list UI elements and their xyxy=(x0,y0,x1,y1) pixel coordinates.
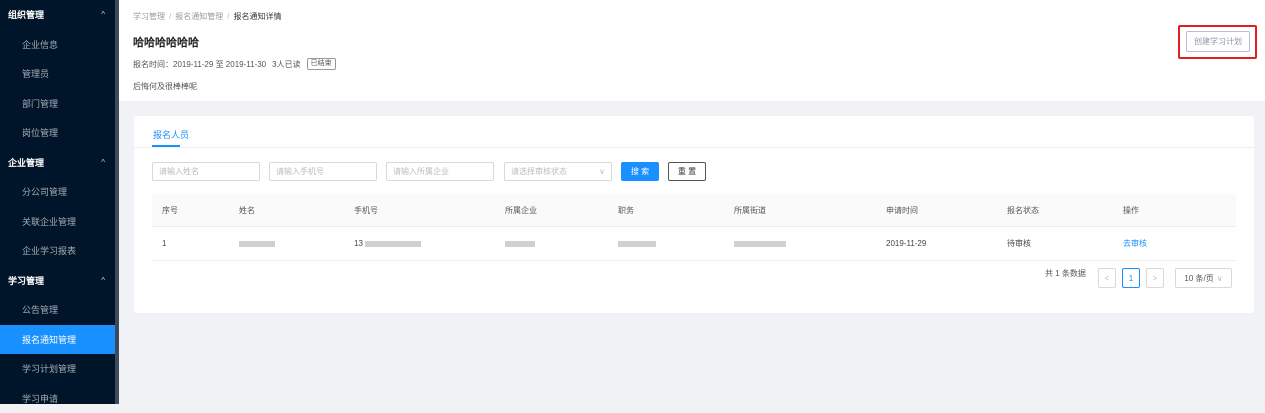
menu-item-position[interactable]: 岗位管理 xyxy=(0,118,115,148)
breadcrumb-current: 报名通知详情 xyxy=(233,12,281,21)
review-link[interactable]: 去审核 xyxy=(1123,227,1147,260)
redacted-street xyxy=(734,227,786,260)
menu-item-department[interactable]: 部门管理 xyxy=(0,89,115,119)
row-index: 1 xyxy=(162,227,166,260)
column-header: 姓名 xyxy=(239,194,255,226)
table-header: 序号 姓名 手机号 所属企业 职务 所属街道 申请时间 报名状态 操作 xyxy=(152,194,1236,227)
redacted-name xyxy=(239,227,275,260)
menu-item-company-info[interactable]: 企业信息 xyxy=(0,30,115,60)
page-size-select[interactable]: 10 条/页∨ xyxy=(1175,268,1232,288)
company-input[interactable]: 请输入所属企业 xyxy=(386,162,494,181)
start-date: 2019-11-29 xyxy=(173,60,213,69)
menu-item-related-company[interactable]: 关联企业管理 xyxy=(0,207,115,237)
notice-description: 后悔何及很棒棒呢 xyxy=(133,81,197,92)
tab-signup-people[interactable]: 报名人员 xyxy=(153,128,189,141)
column-header: 报名状态 xyxy=(1007,194,1039,226)
chevron-up-icon: ^ xyxy=(101,10,105,19)
chevron-up-icon: ^ xyxy=(101,158,105,167)
table-row: 1 13 2019-11-29 待审核 去审核 xyxy=(152,227,1236,261)
page-button-1[interactable]: 1 xyxy=(1122,268,1140,288)
signup-status: 待审核 xyxy=(1007,227,1031,260)
status-select[interactable]: 请选择审核状态∨ xyxy=(504,162,612,181)
prev-page-button[interactable]: < xyxy=(1098,268,1116,288)
menu-item-signup-notice[interactable]: 报名通知管理 xyxy=(0,325,115,355)
column-header: 职务 xyxy=(618,194,634,226)
menu-item-admin[interactable]: 管理员 xyxy=(0,59,115,89)
column-header: 所属企业 xyxy=(505,194,537,226)
breadcrumb-item[interactable]: 学习管理 xyxy=(133,12,165,21)
menu-item-learning-plan[interactable]: 学习计划管理 xyxy=(0,354,115,384)
signup-card: 报名人员 请输入姓名 请输入手机号 请输入所属企业 请选择审核状态∨ 搜 索 重… xyxy=(134,116,1254,313)
menu-group-org[interactable]: 组织管理^ xyxy=(0,0,115,30)
create-learning-plan-button[interactable]: 创建学习计划 xyxy=(1186,31,1250,52)
search-button[interactable]: 搜 索 xyxy=(621,162,659,181)
next-page-button[interactable]: > xyxy=(1146,268,1164,288)
column-header: 操作 xyxy=(1123,194,1139,226)
menu-group-learning[interactable]: 学习管理^ xyxy=(0,266,115,296)
chevron-down-icon: ∨ xyxy=(599,163,605,180)
menu-item-branch[interactable]: 分公司管理 xyxy=(0,177,115,207)
end-date: 2019-11-30 xyxy=(226,60,266,69)
reset-button[interactable]: 重 置 xyxy=(668,162,706,181)
menu-item-learning-request[interactable]: 学习申请 xyxy=(0,384,115,413)
phone-cell: 13 xyxy=(354,227,421,260)
breadcrumb: 学习管理/报名通知管理/报名通知详情 xyxy=(133,11,281,22)
page-title: 哈哈哈哈哈哈 xyxy=(133,34,199,50)
time-label: 报名时间： xyxy=(133,60,173,69)
menu-item-announcement[interactable]: 公告管理 xyxy=(0,295,115,325)
tab-divider xyxy=(134,147,1254,148)
signup-meta: 报名时间：2019-11-29 至 2019-11-30 3人已读 已结束 xyxy=(133,58,336,70)
name-input[interactable]: 请输入姓名 xyxy=(152,162,260,181)
menu-item-learning-report[interactable]: 企业学习报表 xyxy=(0,236,115,266)
redacted-company xyxy=(505,227,535,260)
column-header: 申请时间 xyxy=(886,194,918,226)
status-badge: 已结束 xyxy=(307,58,336,70)
column-header: 序号 xyxy=(162,194,178,226)
menu-group-enterprise[interactable]: 企业管理^ xyxy=(0,148,115,178)
apply-time: 2019-11-29 xyxy=(886,227,926,260)
pagination-total: 共 1 条数据 xyxy=(1045,268,1086,279)
column-header: 所属街道 xyxy=(734,194,766,226)
page-header: 学习管理/报名通知管理/报名通知详情 哈哈哈哈哈哈 报名时间：2019-11-2… xyxy=(119,0,1265,101)
chevron-down-icon: ∨ xyxy=(1217,274,1223,283)
sidebar: 组织管理^ 企业信息 管理员 部门管理 岗位管理 企业管理^ 分公司管理 关联企… xyxy=(0,0,115,404)
breadcrumb-item[interactable]: 报名通知管理 xyxy=(175,12,223,21)
phone-input[interactable]: 请输入手机号 xyxy=(269,162,377,181)
chevron-up-icon: ^ xyxy=(101,276,105,285)
redacted-position xyxy=(618,227,656,260)
read-count: 3人已读 xyxy=(272,59,300,70)
column-header: 手机号 xyxy=(354,194,378,226)
